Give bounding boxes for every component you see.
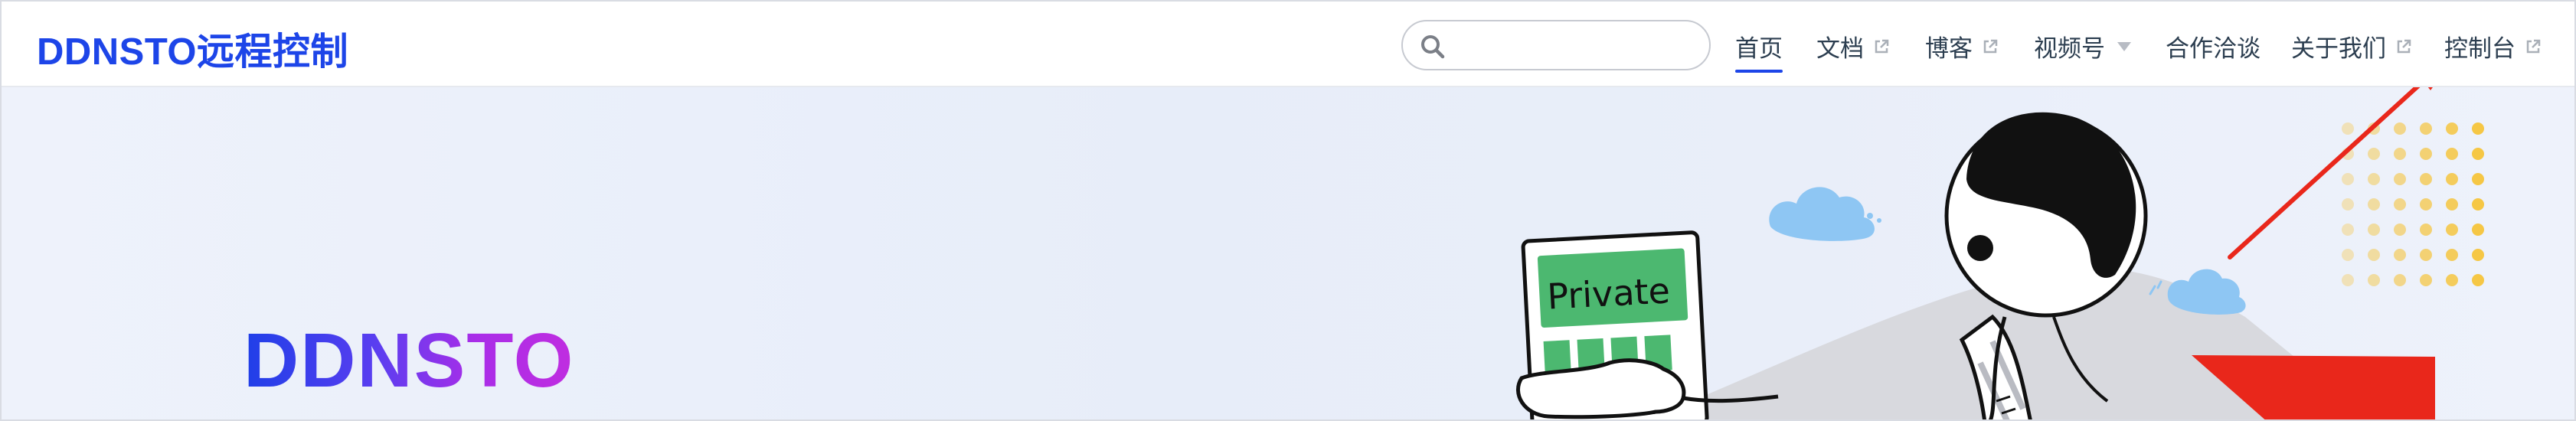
decor-dot <box>2446 224 2458 236</box>
decor-dot <box>2368 224 2380 236</box>
decor-dot <box>2394 173 2406 185</box>
nav-item-about[interactable]: 关于我们 <box>2291 29 2412 64</box>
nav-item-cooperation-label: 合作洽谈 <box>2166 35 2261 62</box>
decor-dot <box>2446 274 2458 286</box>
nav-item-about-label: 关于我们 <box>2291 35 2386 62</box>
decor-dot <box>2472 198 2484 210</box>
nav-item-cooperation[interactable]: 合作洽谈 <box>2166 29 2261 64</box>
decor-dot <box>2368 274 2380 286</box>
decor-dot <box>2368 148 2380 160</box>
decor-dot <box>2368 249 2380 261</box>
dots-decoration <box>2342 122 2484 286</box>
decor-dot <box>2472 224 2484 236</box>
decor-dot <box>2394 224 2406 236</box>
decor-dot <box>2368 173 2380 185</box>
external-link-icon <box>2526 39 2541 53</box>
decor-dot <box>2420 148 2432 160</box>
nav-item-home-label: 首页 <box>1735 35 1783 62</box>
nav-item-console-label: 控制台 <box>2444 35 2516 62</box>
external-link-icon <box>2397 39 2411 53</box>
decor-dot <box>2342 224 2354 236</box>
browser-frame: DDNSTO远程控制 首页 文档 博客 视频号 合作洽谈 关于我们 控制台 DD… <box>0 0 2576 421</box>
decor-dot <box>2446 249 2458 261</box>
decor-dot <box>2342 249 2354 261</box>
external-link-icon <box>1983 39 1998 53</box>
decor-dot <box>2420 198 2432 210</box>
nav-item-console[interactable]: 控制台 <box>2444 29 2542 64</box>
decor-dot <box>2394 198 2406 210</box>
decor-dot <box>2394 249 2406 261</box>
top-navbar: DDNSTO远程控制 首页 文档 博客 视频号 合作洽谈 关于我们 控制台 <box>2 2 2574 87</box>
character-eye <box>1967 235 1993 261</box>
decor-dot <box>2472 173 2484 185</box>
decor-dot <box>2420 173 2432 185</box>
decor-dot <box>2342 173 2354 185</box>
decor-dot <box>2446 198 2458 210</box>
cloud-icon <box>1769 187 1875 241</box>
nav-item-blog-label: 博客 <box>1925 35 1973 62</box>
decor-dot <box>2394 148 2406 160</box>
decor-dot <box>2394 274 2406 286</box>
decor-dot <box>2420 122 2432 135</box>
decor-dot <box>2394 122 2406 135</box>
decor-dot <box>2446 148 2458 160</box>
external-link-icon <box>1875 39 1889 53</box>
nav-item-video-dropdown[interactable]: 视频号 <box>2034 29 2131 64</box>
decor-dot <box>2420 274 2432 286</box>
search-icon <box>1421 35 1445 59</box>
cloud-icon <box>2167 269 2246 315</box>
decor-dot <box>2472 274 2484 286</box>
decor-dot <box>2420 249 2432 261</box>
decor-dot <box>2368 198 2380 210</box>
search-input[interactable] <box>1456 26 1697 66</box>
private-card-label: Private <box>1546 269 1671 317</box>
decor-dot <box>2472 122 2484 135</box>
hero-illustration: Private <box>1516 87 2484 419</box>
nav-item-blog[interactable]: 博客 <box>1925 29 1999 64</box>
active-nav-underline <box>1735 70 1783 73</box>
chevron-down-icon <box>2117 41 2131 51</box>
hero-banner: DDNSTO Private <box>2 87 2574 419</box>
decor-dot <box>2446 122 2458 135</box>
nav-item-docs[interactable]: 文档 <box>1816 29 1890 64</box>
decor-dot <box>2342 274 2354 286</box>
search-box[interactable] <box>1401 20 1711 70</box>
nav-item-home[interactable]: 首页 <box>1735 29 1783 73</box>
decor-dot <box>2342 198 2354 210</box>
nav-item-docs-label: 文档 <box>1816 35 1864 62</box>
pointer-arrow-head <box>2427 87 2433 90</box>
decor-dot <box>2446 173 2458 185</box>
decor-dot <box>2472 148 2484 160</box>
brand-logo-link[interactable]: DDNSTO远程控制 <box>37 21 348 76</box>
decor-dot <box>2472 249 2484 261</box>
nav-item-video-label: 视频号 <box>2034 35 2105 62</box>
decor-dot <box>2420 224 2432 236</box>
decor-dot <box>2342 122 2354 135</box>
